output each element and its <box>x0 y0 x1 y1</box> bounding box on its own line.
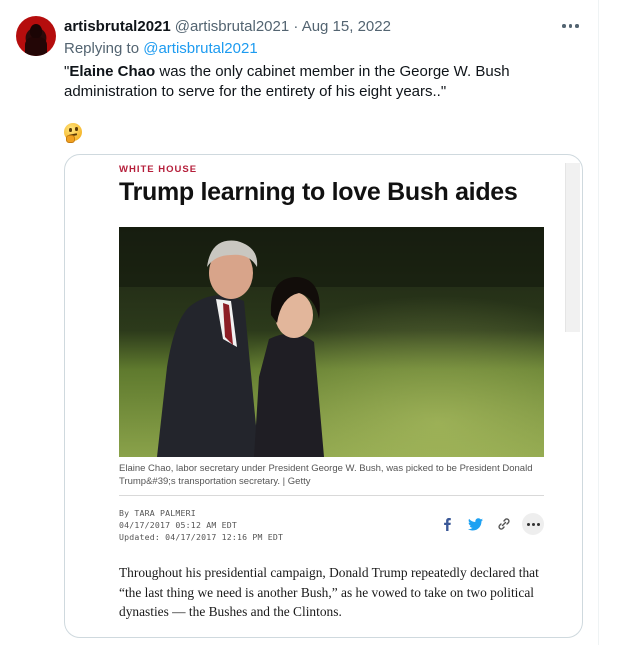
replying-prefix: Replying to <box>64 40 140 57</box>
avatar-silhouette-body <box>25 37 47 56</box>
card-scrollbar <box>565 163 580 332</box>
divider <box>119 495 544 496</box>
twitter-icon[interactable] <box>465 514 485 534</box>
facebook-icon[interactable] <box>437 514 457 534</box>
updated-date: Updated: 04/17/2017 12:16 PM EDT <box>119 532 284 542</box>
timeline-border <box>598 0 599 645</box>
avatar-silhouette-head <box>30 24 42 38</box>
article-headline: Trump learning to love Bush aides <box>119 178 518 206</box>
handle-and-date[interactable]: @artisbrutal2021 · Aug 15, 2022 <box>175 18 391 35</box>
tweet-text: "Elaine Chao was the only cabinet member… <box>64 62 584 102</box>
section-label[interactable]: WHITE HOUSE <box>119 164 197 175</box>
article-body: Throughout his presidential campaign, Do… <box>119 565 539 619</box>
display-name[interactable]: artisbrutal2021 <box>64 18 171 35</box>
publish-date: 04/17/2017 05:12 AM EDT <box>119 520 237 530</box>
replying-handle-link[interactable]: @artisbrutal2021 <box>143 40 257 57</box>
replying-to: Replying to @artisbrutal2021 <box>64 40 258 57</box>
article-photo <box>119 227 544 457</box>
share-more-icon[interactable] <box>522 513 544 535</box>
photo-caption: Elaine Chao, labor secretary under Presi… <box>119 463 533 487</box>
author-byline[interactable]: By TARA PALMERI <box>119 507 283 519</box>
tweet-header: artisbrutal2021 @artisbrutal2021 · Aug 1… <box>64 16 391 36</box>
link-icon[interactable] <box>494 514 514 534</box>
thinking-face-icon <box>64 123 82 143</box>
byline-block: By TARA PALMERI 04/17/2017 05:12 AM EDT … <box>119 507 283 543</box>
tweet-text-bold: Elaine Chao <box>69 63 156 80</box>
avatar[interactable] <box>16 16 56 56</box>
more-horizontal-icon[interactable] <box>562 22 582 30</box>
